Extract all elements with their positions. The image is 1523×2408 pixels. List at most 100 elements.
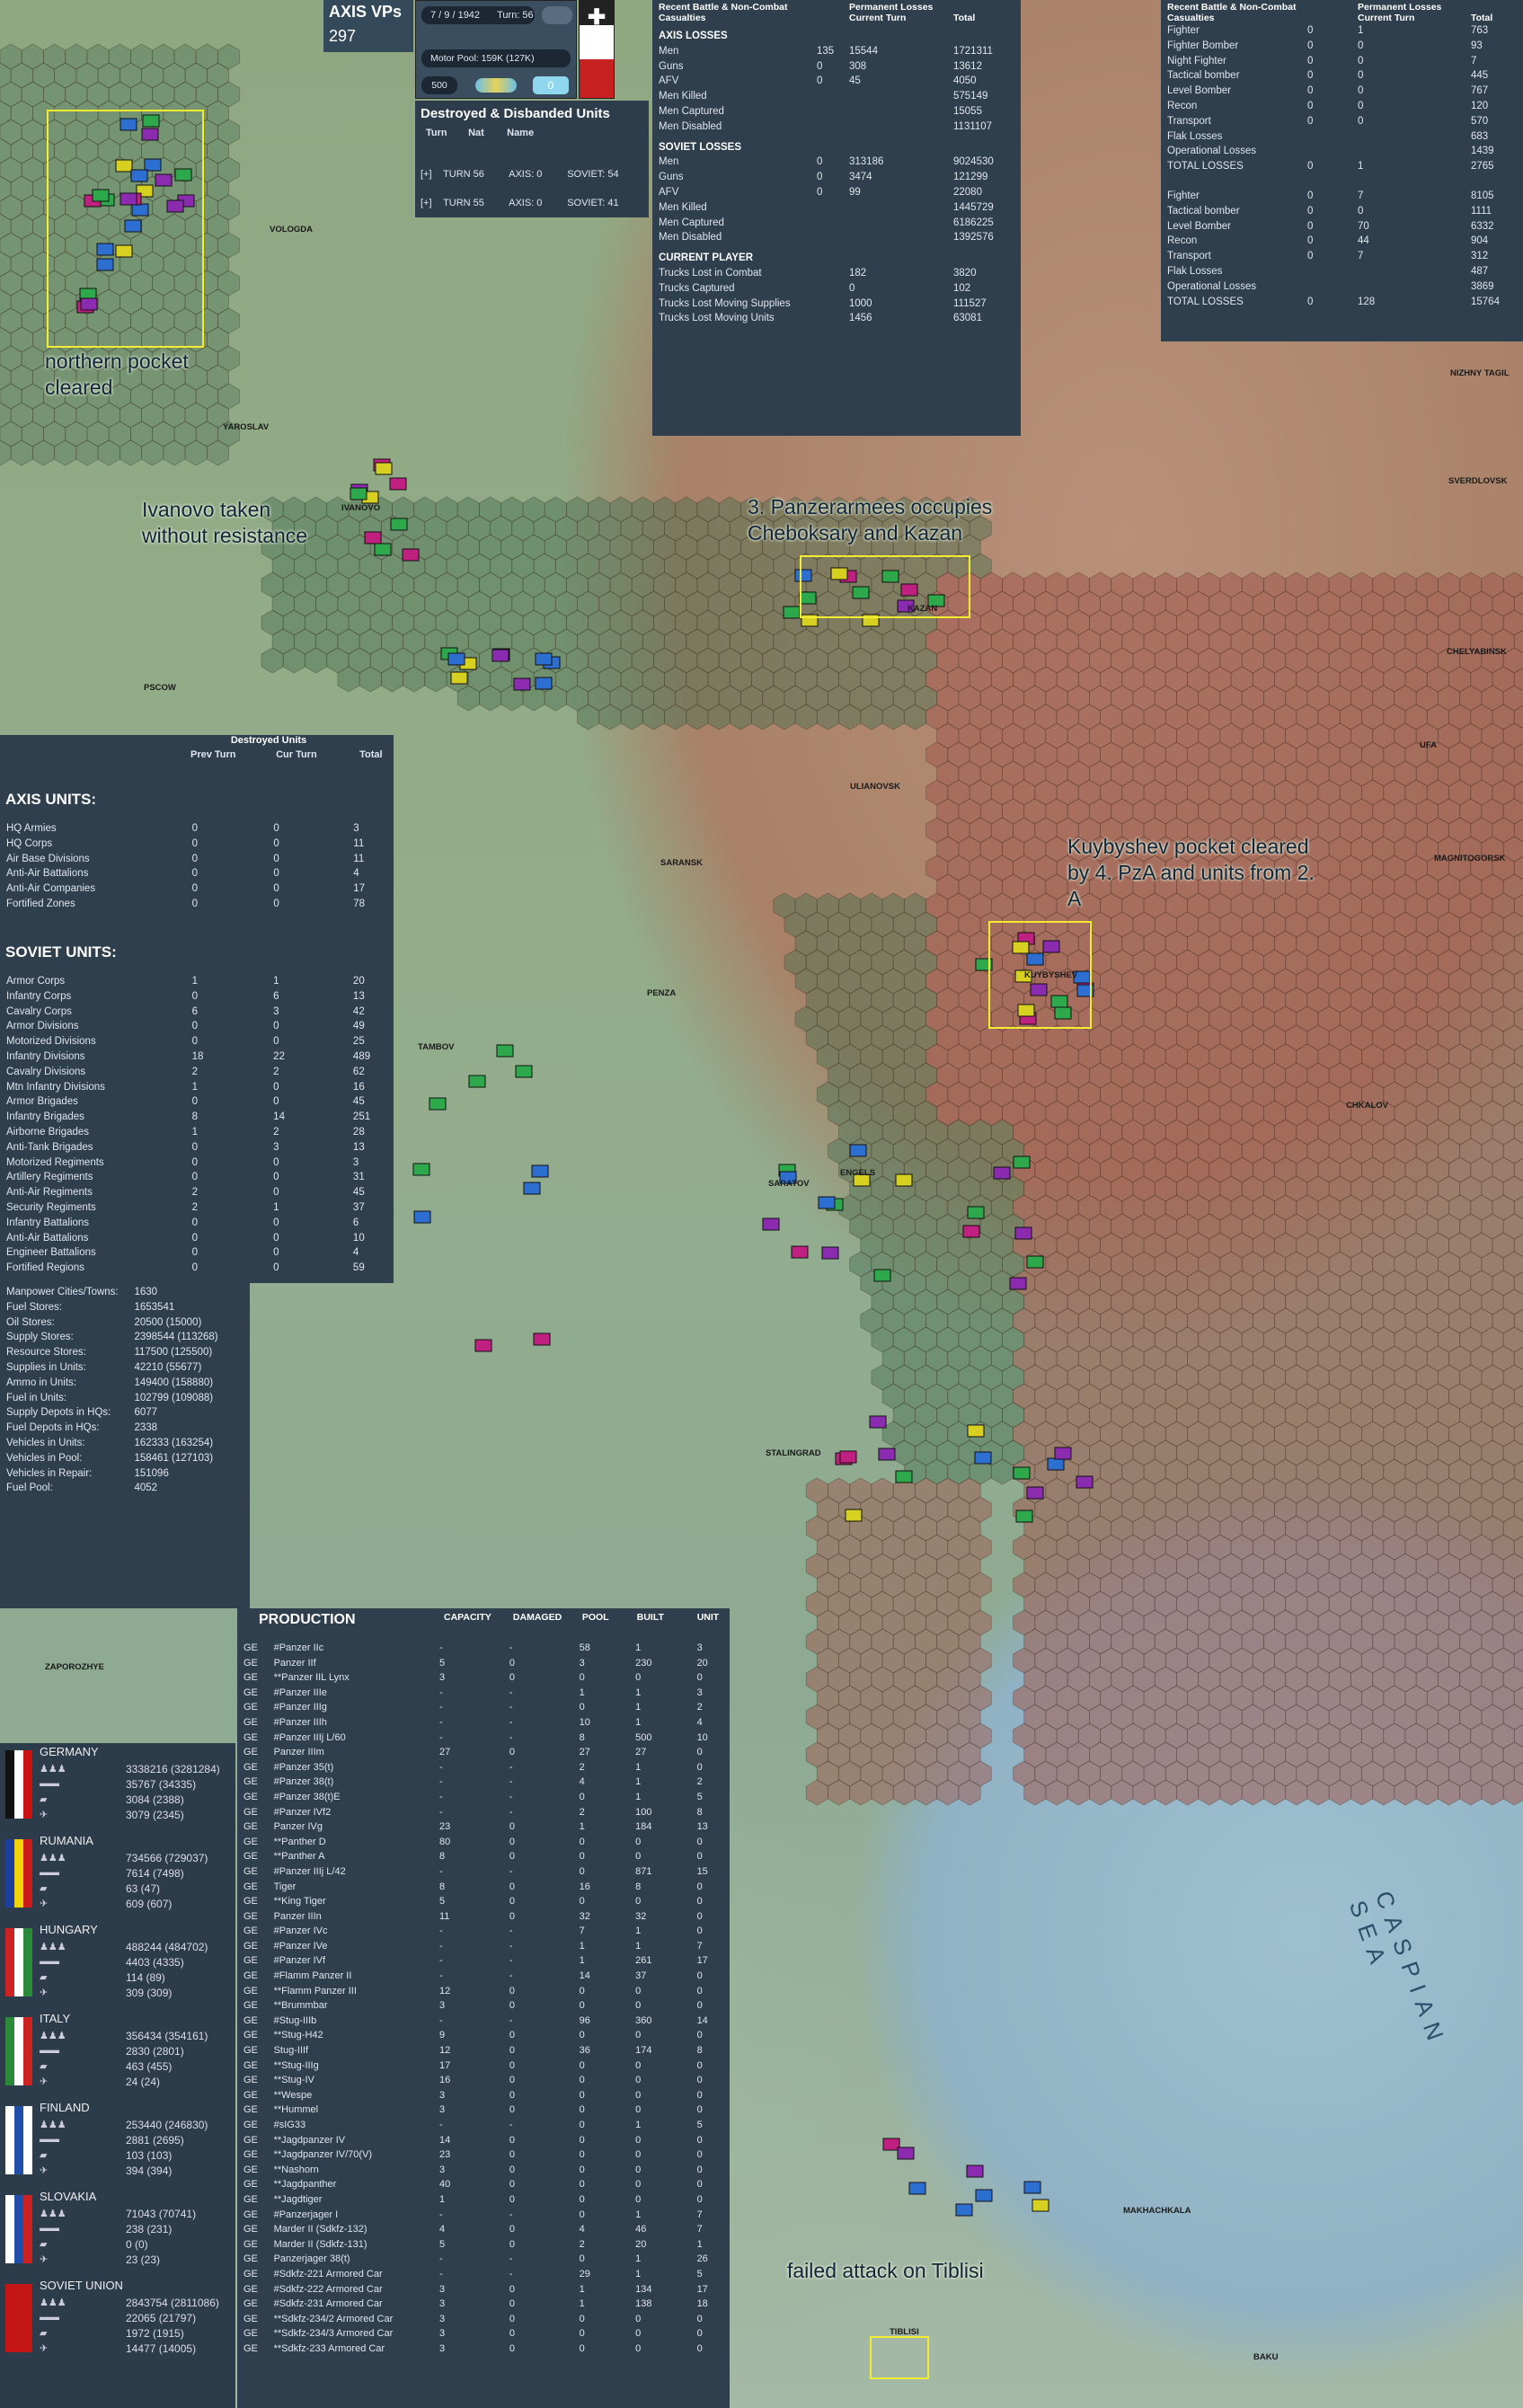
unit-counter[interactable] <box>1026 1255 1044 1269</box>
unit-counter[interactable] <box>818 1196 836 1209</box>
unit-counter[interactable] <box>839 1450 857 1464</box>
weather-icon[interactable] <box>475 78 517 93</box>
unit-counter[interactable] <box>374 543 392 556</box>
unit-counter[interactable] <box>908 2182 926 2195</box>
unit-counter[interactable] <box>783 606 801 619</box>
unit-counter[interactable] <box>967 1424 985 1438</box>
nation-row[interactable]: FINLAND ♟♟♟ 253440 (246830) ▬▬ 2881 (2695) ▰ 1… <box>0 2099 232 2185</box>
unit-counter[interactable] <box>533 1332 551 1346</box>
unit-counter[interactable] <box>1023 2181 1041 2194</box>
unit-counter[interactable] <box>450 671 468 685</box>
table-row: Flak Losses 487 <box>1164 264 1519 279</box>
unit-counter[interactable] <box>515 1065 533 1078</box>
table-cell: 0 <box>509 2193 516 2205</box>
table-cell: 174 <box>635 2045 652 2057</box>
unit-counter[interactable] <box>535 652 553 666</box>
table-cell: 0 <box>273 868 279 880</box>
unit-counter[interactable] <box>849 1144 867 1157</box>
unit-counter[interactable] <box>1013 1466 1031 1480</box>
table-cell: 0 <box>509 1910 516 1922</box>
table-cell: AFV <box>659 186 679 198</box>
unit-counter[interactable] <box>389 477 407 491</box>
unit-counter[interactable] <box>390 518 408 531</box>
unit-counter[interactable] <box>447 652 465 666</box>
table-cell: 0 <box>509 2179 516 2191</box>
unit-counter[interactable] <box>523 1182 541 1195</box>
nation-row[interactable]: HUNGARY ♟♟♟ 488244 (484702) ▬▬ 4403 (4335) ▰ 1… <box>0 1921 232 2007</box>
field-0[interactable]: 0 <box>533 76 569 94</box>
unit-counter[interactable] <box>966 2165 984 2178</box>
unit-counter[interactable] <box>1076 1475 1094 1489</box>
nation-row[interactable]: GERMANY ♟♟♟ 3338216 (3281284) ▬▬ 35767 (3433… <box>0 1743 232 1829</box>
unit-counter[interactable] <box>895 1470 913 1483</box>
unit-counter[interactable] <box>962 1225 980 1238</box>
unit-counter[interactable] <box>531 1164 549 1178</box>
unit-counter[interactable] <box>1032 2199 1049 2212</box>
table-cell: GE <box>244 1836 258 1847</box>
field-500[interactable]: 500 <box>421 76 457 94</box>
unit-counter[interactable] <box>897 2147 915 2160</box>
end-turn-button[interactable] <box>542 6 572 24</box>
table-cell: Armor Brigades <box>6 1096 78 1108</box>
unit-counter[interactable] <box>1054 1447 1072 1460</box>
unit-counter[interactable] <box>1014 1226 1032 1240</box>
unit-counter[interactable] <box>955 2203 973 2217</box>
unit-counter[interactable] <box>413 1210 431 1224</box>
unit-counter[interactable] <box>762 1217 780 1231</box>
unit-counter[interactable] <box>967 1206 985 1219</box>
unit-counter[interactable] <box>474 1339 492 1352</box>
unit-counter[interactable] <box>535 677 553 690</box>
disbanded-row[interactable]: [+] TURN 56 AXIS: 0 SOVIET: 54 <box>421 169 645 180</box>
unit-counter[interactable] <box>974 1451 992 1465</box>
unit-counter[interactable] <box>402 548 420 562</box>
expand-toggle[interactable]: [+] <box>421 169 440 180</box>
table-cell: 3 <box>439 1672 446 1684</box>
table-cell: 0 <box>273 1096 279 1108</box>
unit-counter[interactable] <box>468 1075 486 1088</box>
unit-counter[interactable] <box>1015 1509 1033 1523</box>
table-cell: 1 <box>191 1126 199 1138</box>
table-cell: Tactical bomber <box>1167 70 1240 82</box>
unit-counter[interactable] <box>882 2138 900 2151</box>
nation-row[interactable]: SLOVAKIA ♟♟♟ 71043 (70741) ▬▬ 238 (231) ▰ 0 (0… <box>0 2188 232 2274</box>
unit-counter[interactable] <box>412 1163 430 1176</box>
unit-counter[interactable] <box>1013 1155 1031 1169</box>
table-row: GE #Panzer 38(t) - - 4 1 2 <box>241 1775 726 1790</box>
unit-counter[interactable] <box>496 1044 514 1058</box>
disbanded-row[interactable]: [+] TURN 55 AXIS: 0 SOVIET: 41 <box>421 198 645 208</box>
unit-counter[interactable] <box>364 531 382 544</box>
table-cell: 23 <box>439 2149 451 2161</box>
table-cell: 4 <box>579 1776 585 1788</box>
table-cell: Trucks Lost Moving Supplies <box>659 297 791 309</box>
unit-counter[interactable] <box>791 1245 809 1259</box>
unit-counter[interactable] <box>1026 1486 1044 1500</box>
unit-counter[interactable] <box>878 1447 896 1461</box>
unit-counter[interactable] <box>993 1166 1011 1180</box>
unit-counter[interactable] <box>895 1173 913 1187</box>
expand-toggle[interactable]: [+] <box>421 198 440 208</box>
unit-counter[interactable] <box>513 677 531 691</box>
table-cell: 3 <box>439 2283 446 2295</box>
unit-counter[interactable] <box>375 462 393 475</box>
unit-counter[interactable] <box>821 1246 839 1260</box>
unit-counter[interactable] <box>873 1269 891 1282</box>
unit-counter[interactable] <box>491 649 509 662</box>
unit-counter[interactable] <box>975 2189 993 2202</box>
unit-counter[interactable] <box>350 487 367 500</box>
city-label: IVANOVO <box>341 503 381 513</box>
table-cell: #Flamm Panzer II <box>273 1970 352 1982</box>
table-cell: 0 <box>579 2209 585 2220</box>
unit-counter[interactable] <box>1009 1277 1027 1290</box>
unit-counter[interactable] <box>869 1415 887 1429</box>
table-cell: **Jagdpanther <box>273 2179 337 2191</box>
nation-row[interactable]: ITALY ♟♟♟ 356434 (354161) ▬▬ 2830 (2801) ▰ 463… <box>0 2010 232 2096</box>
table-cell: 96 <box>579 2014 590 2026</box>
battle-losses-table: Recent Battle & Non-Combat Casualties Pe… <box>656 2 1017 326</box>
unit-counter[interactable] <box>845 1509 863 1522</box>
unit-counter[interactable] <box>1047 1457 1065 1471</box>
nation-row[interactable]: RUMANIA ♟♟♟ 734566 (729037) ▬▬ 7614 (7498) ▰ 6… <box>0 1832 232 1918</box>
table-cell: 4050 <box>953 75 977 87</box>
nation-row[interactable]: SOVIET UNION ♟♟♟ 2843754 (2811086) ▬▬ 22065 … <box>0 2277 232 2363</box>
germany-flag-icon[interactable]: ✚ <box>579 0 615 99</box>
unit-counter[interactable] <box>429 1097 447 1111</box>
